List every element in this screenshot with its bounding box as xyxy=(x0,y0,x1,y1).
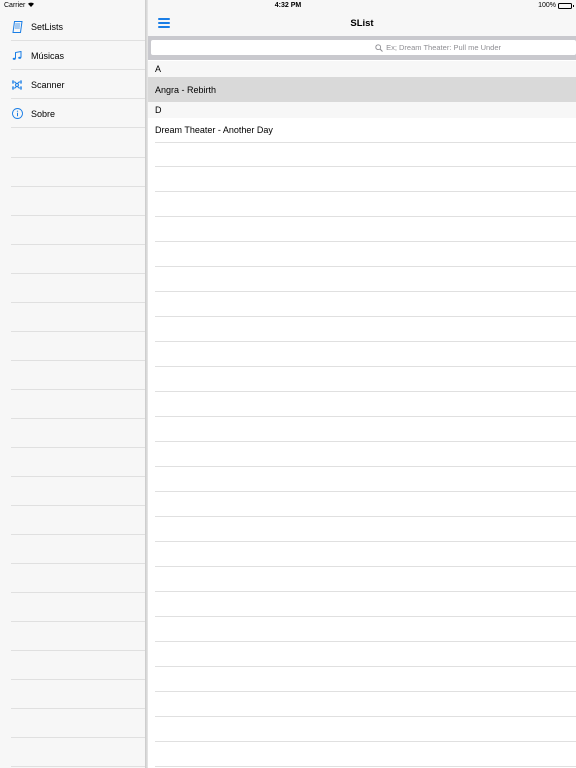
section-header-d: D xyxy=(148,102,576,118)
main-panel: SList Ex; Dream Theater: Pull me Under A… xyxy=(148,12,576,768)
navigation-bar: SList xyxy=(148,12,576,36)
book-icon xyxy=(10,20,24,34)
status-bar: Carrier 4:32 PM 100% xyxy=(0,0,576,12)
page-title: SList xyxy=(350,18,374,29)
music-note-icon xyxy=(10,49,24,63)
battery-percentage: 100% xyxy=(538,2,556,9)
list-item[interactable]: Dream Theater - Another Day xyxy=(148,118,576,142)
search-input[interactable]: Ex; Dream Theater: Pull me Under xyxy=(151,40,576,55)
list-item[interactable]: Angra - Rebirth xyxy=(148,77,576,102)
section-header-a: A xyxy=(148,61,576,77)
sidebar-item-setlists[interactable]: SetLists xyxy=(0,12,145,41)
list-item-label: Dream Theater - Another Day xyxy=(155,125,273,135)
sidebar-item-label: Scanner xyxy=(31,79,65,90)
sidebar-item-scanner[interactable]: Scanner xyxy=(0,70,145,99)
sidebar-item-label: SetLists xyxy=(31,21,64,32)
sidebar-item-musicas[interactable]: Músicas xyxy=(0,41,145,70)
info-icon xyxy=(10,107,24,121)
battery-icon xyxy=(558,3,574,9)
search-placeholder: Ex; Dream Theater: Pull me Under xyxy=(386,43,501,52)
search-icon xyxy=(375,43,383,52)
sidebar-item-sobre[interactable]: Sobre xyxy=(0,99,145,128)
list-item-label: Angra - Rebirth xyxy=(155,84,217,95)
status-time: 4:32 PM xyxy=(274,2,302,9)
sidebar: SetLists Músicas Scanner Sobre xyxy=(0,12,145,768)
search-bar: Ex; Dream Theater: Pull me Under xyxy=(148,36,576,60)
sidebar-item-label: Sobre xyxy=(31,108,56,119)
scanner-icon xyxy=(10,78,24,92)
battery-indicator: 100% xyxy=(538,0,574,12)
empty-table-rows xyxy=(155,142,576,768)
sidebar-item-label: Músicas xyxy=(31,50,65,61)
sidebar-empty-rows xyxy=(11,129,145,768)
